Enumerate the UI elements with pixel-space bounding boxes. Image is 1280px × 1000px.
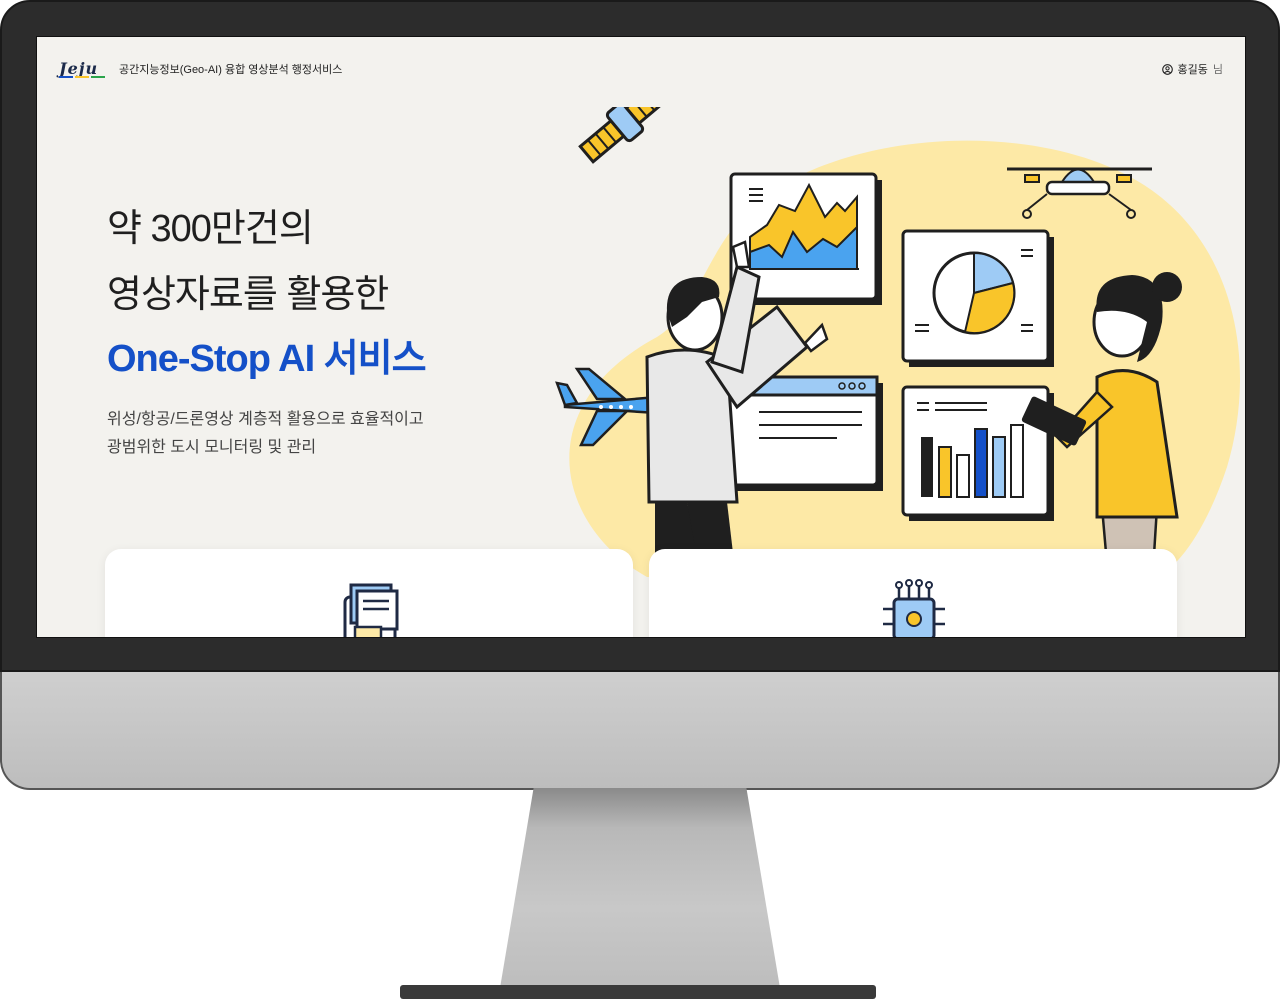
folder-documents-icon <box>343 583 399 637</box>
monitor-stand-base <box>400 985 876 999</box>
hero-headline-accent: One-Stop AI 서비스 <box>107 338 427 380</box>
monitor-chin <box>0 672 1280 790</box>
hero-headline-line-2: 영상자료를 활용한 <box>107 274 389 316</box>
hero-headline-line-1: 약 300만건의 <box>107 208 314 250</box>
user-name: 홍길동 <box>1177 64 1208 76</box>
user-suffix: 님 <box>1212 64 1223 76</box>
hero-description-line-1: 위성/항공/드론영상 계층적 활용으로 효율적이고 <box>107 411 424 428</box>
monitor-stand <box>500 788 780 988</box>
hero-description-line-2: 광범위한 도시 모니터링 및 관리 <box>107 439 317 456</box>
website-screen: Jeju 공간지능정보(Geo-AI) 융합 영상분석 행정서비스 홍길동 님 … <box>36 36 1246 638</box>
site-header: Jeju 공간지능정보(Geo-AI) 융합 영상분석 행정서비스 홍길동 님 <box>37 37 1245 101</box>
hero-illustration <box>555 107 1241 587</box>
feature-card-ai[interactable] <box>649 549 1177 637</box>
logo-swoosh-icon <box>59 76 105 78</box>
ai-chip-icon <box>883 579 945 637</box>
site-title[interactable]: 공간지능정보(Geo-AI) 융합 영상분석 행정서비스 <box>119 61 342 77</box>
feature-card-data[interactable] <box>105 549 633 637</box>
pie-chart-panel <box>901 229 1054 367</box>
user-menu[interactable]: 홍길동 님 <box>1161 61 1223 77</box>
user-icon <box>1161 63 1173 75</box>
satellite-icon <box>578 107 672 164</box>
